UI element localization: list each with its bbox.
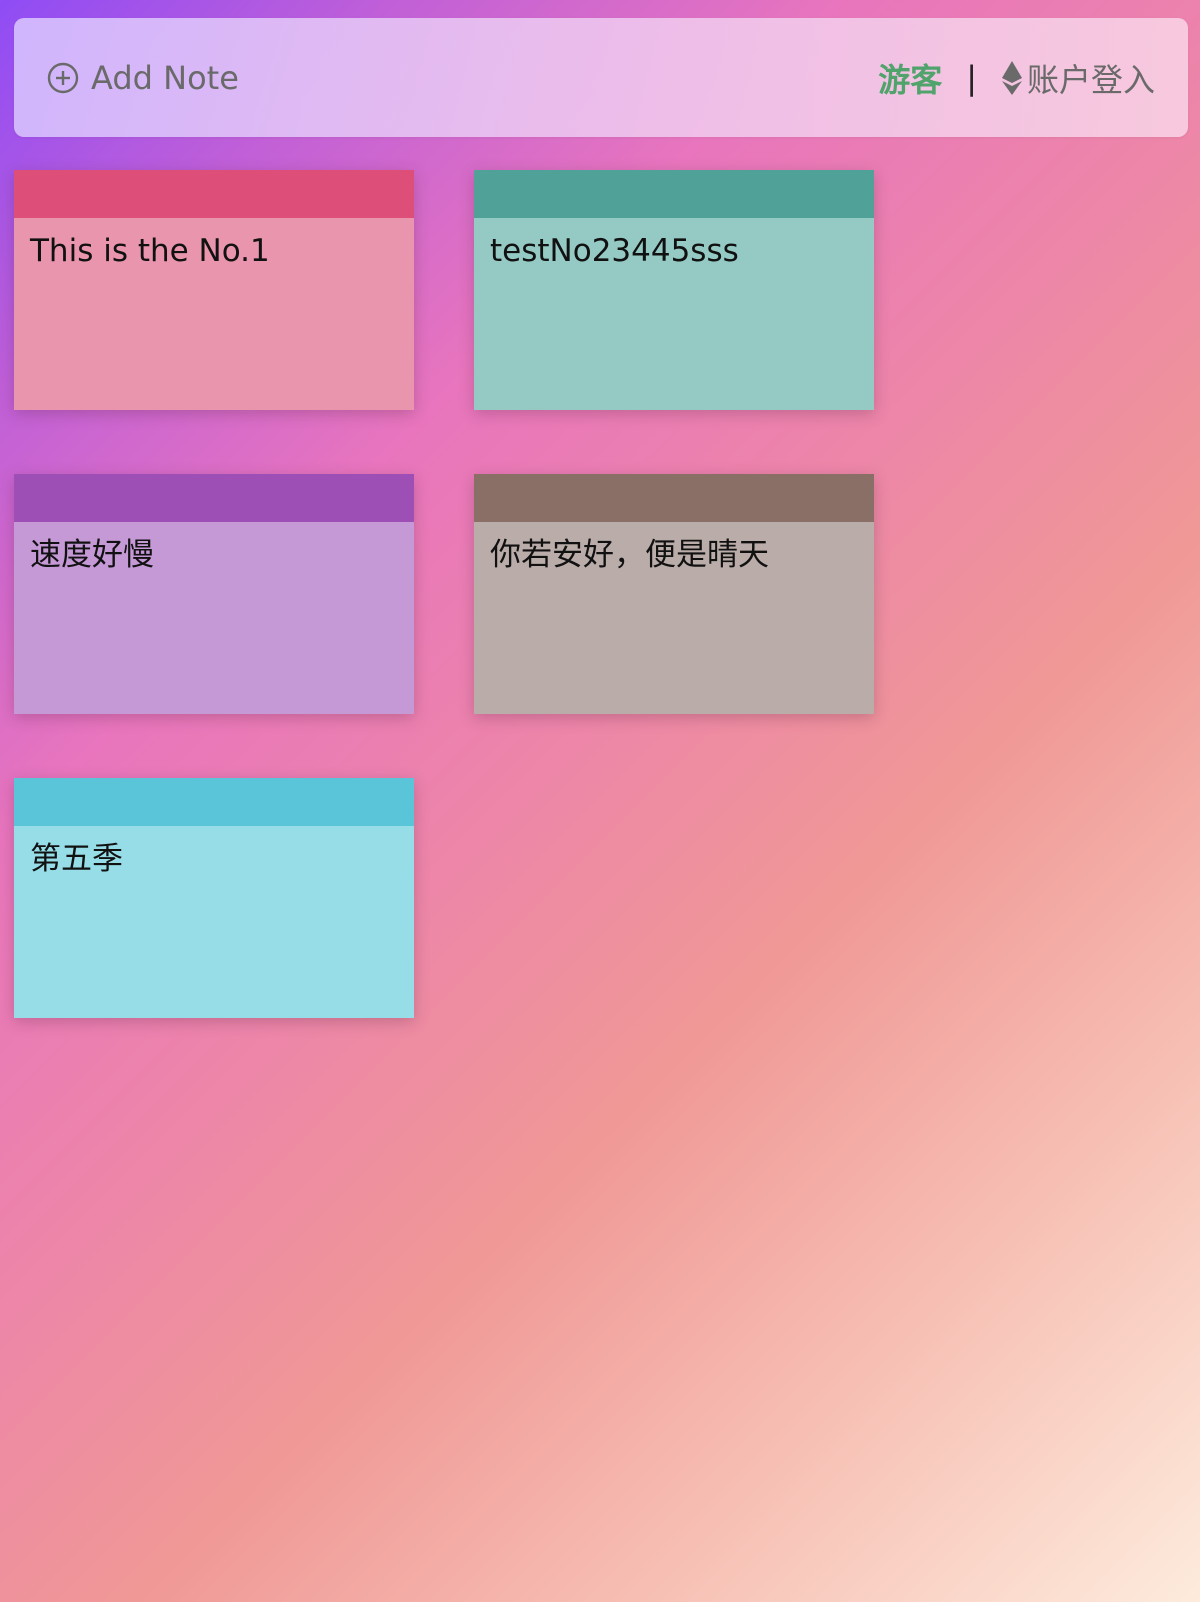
note-header [14,474,414,522]
note-card[interactable]: 第五季 [14,778,414,1018]
note-text[interactable]: 第五季 [14,826,414,1018]
top-toolbar: Add Note 游客 | 账户登入 [14,18,1188,137]
note-text[interactable]: testNo23445sss [474,218,874,410]
note-text[interactable]: 你若安好，便是晴天 [474,522,874,714]
plus-circle-icon [47,62,79,94]
note-card[interactable]: This is the No.1 [14,170,414,410]
login-label: 账户登入 [1026,61,1155,99]
account-login-link[interactable]: 账户登入 [1001,55,1155,101]
add-note-label: Add Note [91,59,239,97]
note-header [474,170,874,218]
note-header [474,474,874,522]
guest-label: 游客 [878,61,943,99]
ethereum-icon [1001,60,1023,96]
note-card[interactable]: testNo23445sss [474,170,874,410]
note-text[interactable]: This is the No.1 [14,218,414,410]
add-note-button[interactable]: Add Note [47,58,239,98]
note-header [14,170,414,218]
note-text[interactable]: 速度好慢 [14,522,414,714]
note-card[interactable]: 你若安好，便是晴天 [474,474,874,714]
note-card[interactable]: 速度好慢 [14,474,414,714]
account-area: 游客 | 账户登入 [878,56,1155,100]
note-header [14,778,414,826]
separator: | [966,59,977,97]
